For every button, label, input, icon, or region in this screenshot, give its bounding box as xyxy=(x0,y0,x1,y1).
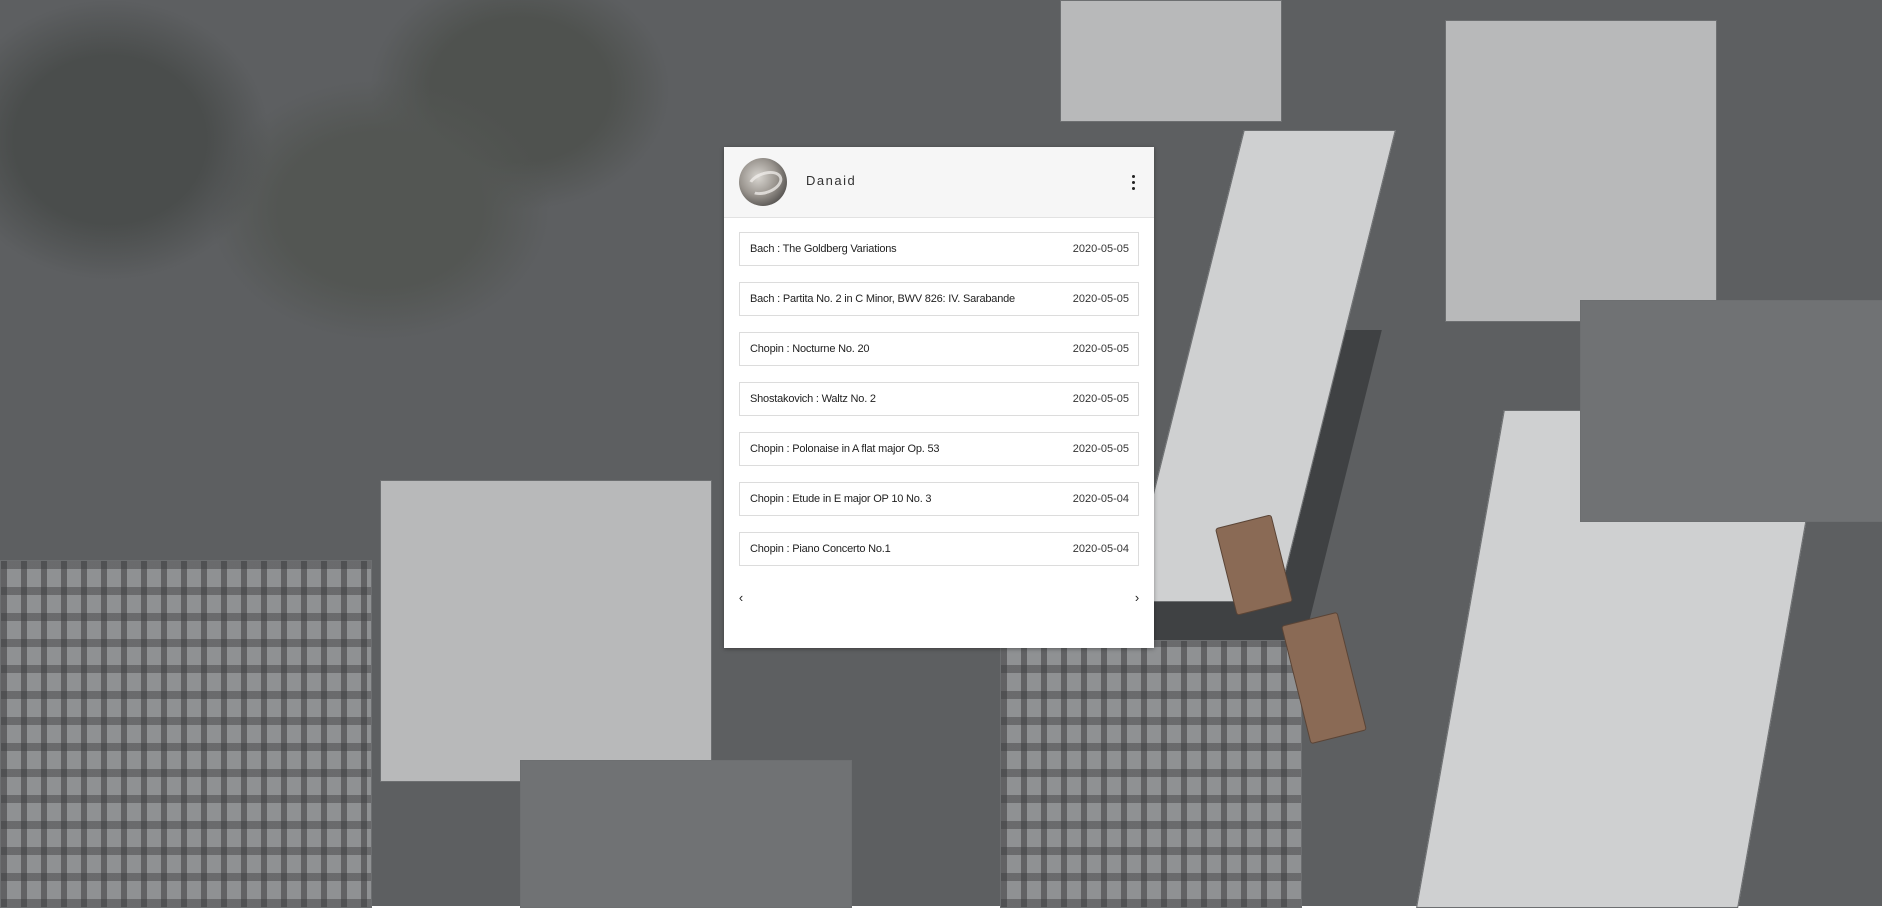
track-item[interactable]: Bach : The Goldberg Variations 2020-05-0… xyxy=(739,232,1139,266)
vertical-ellipsis-icon xyxy=(1131,174,1135,178)
more-menu-button[interactable] xyxy=(1126,169,1140,195)
track-date: 2020-05-05 xyxy=(1072,243,1129,255)
track-item[interactable]: Chopin : Etude in E major OP 10 No. 3 20… xyxy=(739,482,1139,516)
track-title: Chopin : Piano Concerto No.1 xyxy=(750,543,891,555)
building xyxy=(1060,0,1282,122)
track-item[interactable]: Chopin : Piano Concerto No.1 2020-05-04 xyxy=(739,532,1139,566)
track-title: Shostakovich : Waltz No. 2 xyxy=(750,393,876,405)
building xyxy=(380,480,712,782)
chevron-right-icon: › xyxy=(1134,590,1140,605)
track-title: Chopin : Nocturne No. 20 xyxy=(750,343,870,355)
building xyxy=(520,760,852,908)
track-date: 2020-05-04 xyxy=(1072,543,1129,555)
track-item[interactable]: Chopin : Polonaise in A flat major Op. 5… xyxy=(739,432,1139,466)
card-header: Danaid xyxy=(724,147,1154,218)
track-title: Chopin : Etude in E major OP 10 No. 3 xyxy=(750,493,932,505)
chevron-left-icon: ‹ xyxy=(738,590,744,605)
building xyxy=(1580,300,1882,522)
vertical-ellipsis-icon xyxy=(1131,180,1135,184)
avatar[interactable] xyxy=(739,158,787,206)
track-item[interactable]: Chopin : Nocturne No. 20 2020-05-05 xyxy=(739,332,1139,366)
building xyxy=(0,560,372,908)
playlist-card: Danaid Bach : The Goldberg Variations 20… xyxy=(724,147,1154,648)
track-date: 2020-05-05 xyxy=(1072,343,1129,355)
track-title: Bach : Partita No. 2 in C Minor, BWV 826… xyxy=(750,293,1015,305)
track-item[interactable]: Shostakovich : Waltz No. 2 2020-05-05 xyxy=(739,382,1139,416)
track-date: 2020-05-05 xyxy=(1072,393,1129,405)
track-date: 2020-05-04 xyxy=(1072,493,1129,505)
building xyxy=(1445,20,1717,322)
track-title: Chopin : Polonaise in A flat major Op. 5… xyxy=(750,443,940,455)
track-title: Bach : The Goldberg Variations xyxy=(750,243,897,255)
vertical-ellipsis-icon xyxy=(1131,186,1135,190)
track-list: Bach : The Goldberg Variations 2020-05-0… xyxy=(739,232,1139,582)
next-page-button[interactable]: › xyxy=(1130,590,1144,606)
track-date: 2020-05-05 xyxy=(1072,443,1129,455)
building xyxy=(1000,640,1302,908)
track-date: 2020-05-05 xyxy=(1072,293,1129,305)
prev-page-button[interactable]: ‹ xyxy=(734,590,748,606)
username: Danaid xyxy=(806,173,857,188)
track-item[interactable]: Bach : Partita No. 2 in C Minor, BWV 826… xyxy=(739,282,1139,316)
